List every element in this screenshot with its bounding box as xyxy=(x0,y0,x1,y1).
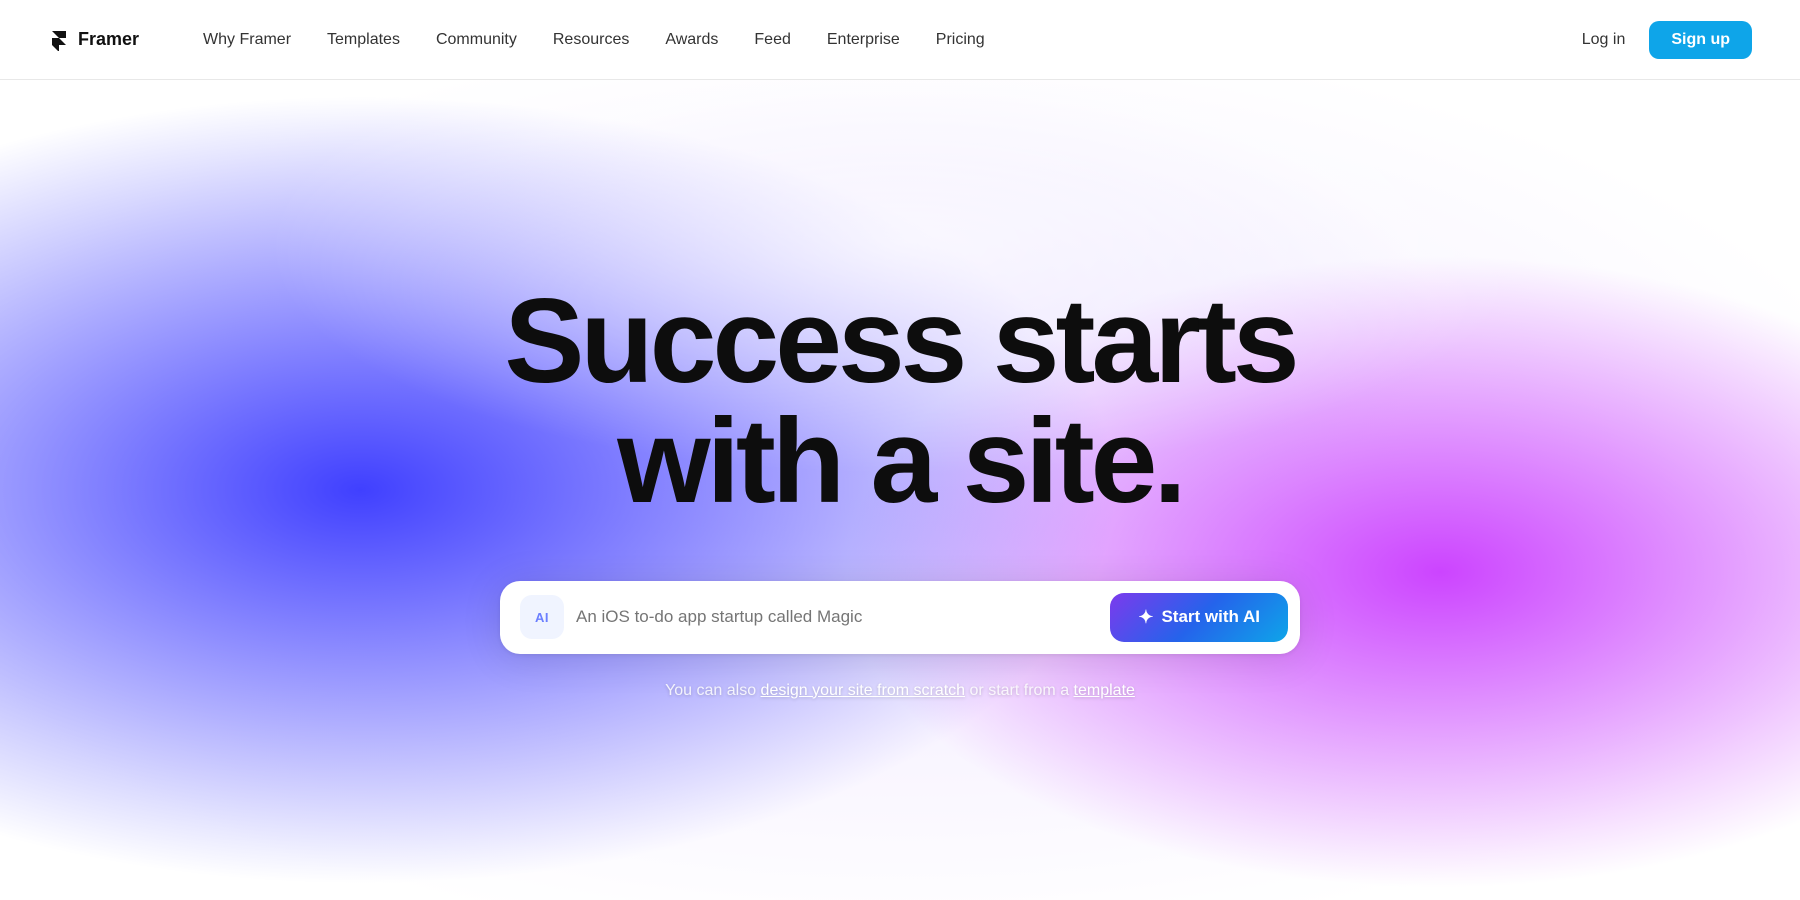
ai-prompt-input[interactable] xyxy=(576,607,1098,627)
hero-headline: Success starts with a site. xyxy=(504,281,1295,521)
ai-icon-wrapper: AI xyxy=(520,595,564,639)
nav-logo[interactable]: Framer xyxy=(48,29,139,51)
nav-link-why-framer[interactable]: Why Framer xyxy=(187,23,307,57)
headline-line2: with a site. xyxy=(617,394,1182,528)
design-from-scratch-link[interactable]: design your site from scratch xyxy=(761,682,966,699)
headline-line1: Success starts xyxy=(504,274,1295,408)
nav-link-pricing[interactable]: Pricing xyxy=(920,23,1001,57)
navbar: Framer Why Framer Templates Community Re… xyxy=(0,0,1800,80)
ai-search-bar: AI ✦ Start with AI xyxy=(500,581,1300,654)
nav-right: Log in Sign up xyxy=(1566,21,1752,59)
ai-icon-label: AI xyxy=(535,610,549,625)
framer-logo-icon xyxy=(48,29,70,51)
start-ai-button[interactable]: ✦ Start with AI xyxy=(1110,593,1288,642)
brand-name: Framer xyxy=(78,29,139,50)
hero-subtext: You can also design your site from scrat… xyxy=(665,682,1135,700)
nav-link-community[interactable]: Community xyxy=(420,23,533,57)
hero-content: Success starts with a site. AI ✦ Start w… xyxy=(460,281,1340,700)
nav-link-enterprise[interactable]: Enterprise xyxy=(811,23,916,57)
sparkle-icon: ✦ xyxy=(1138,607,1153,628)
nav-link-templates[interactable]: Templates xyxy=(311,23,416,57)
hero-section: Success starts with a site. AI ✦ Start w… xyxy=(0,80,1800,900)
sub-text-mid: or start from a xyxy=(965,682,1073,699)
nav-links: Why Framer Templates Community Resources… xyxy=(187,23,1566,57)
start-ai-label: Start with AI xyxy=(1161,607,1260,627)
login-button[interactable]: Log in xyxy=(1566,23,1642,57)
nav-link-resources[interactable]: Resources xyxy=(537,23,645,57)
nav-link-feed[interactable]: Feed xyxy=(738,23,806,57)
signup-button[interactable]: Sign up xyxy=(1649,21,1752,59)
nav-link-awards[interactable]: Awards xyxy=(649,23,734,57)
template-link[interactable]: template xyxy=(1074,682,1135,699)
sub-text-prefix: You can also xyxy=(665,682,760,699)
